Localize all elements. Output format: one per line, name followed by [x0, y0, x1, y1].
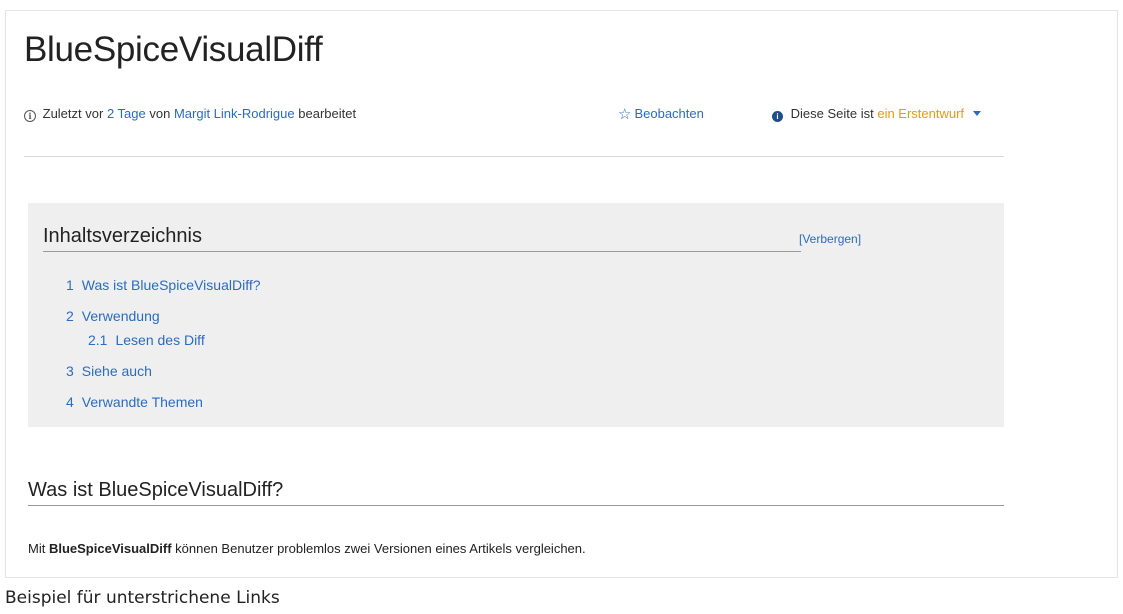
toc-title-underline	[43, 251, 801, 252]
toc-item-2-1[interactable]: 2.1 Lesen des Diff	[88, 332, 205, 348]
section-heading-underline	[28, 505, 1004, 506]
toc-item-label: Lesen des Diff	[115, 332, 205, 348]
page-title: BlueSpiceVisualDiff	[24, 30, 323, 69]
page-meta-bar: i Zuletzt vor 2 Tage von Margit Link-Rod…	[24, 104, 1004, 124]
watch-button[interactable]: ☆ Beobachten	[618, 104, 704, 125]
toc-item-number: 4	[66, 394, 74, 410]
status-icon: i	[772, 111, 783, 122]
info-icon: i	[24, 110, 36, 122]
toc-item-number: 2.1	[88, 332, 108, 348]
paragraph-suffix: können Benutzer problemlos zwei Versione…	[175, 541, 586, 556]
toc-item-1[interactable]: 1 Was ist BlueSpiceVisualDiff?	[66, 277, 261, 293]
toc-item-2[interactable]: 2 Verwendung	[66, 308, 160, 324]
last-edited-info: i Zuletzt vor 2 Tage von Margit Link-Rod…	[24, 104, 356, 124]
star-icon: ☆	[618, 106, 632, 123]
last-edited-time-link[interactable]: 2 Tage	[107, 106, 146, 121]
toc-item-number: 1	[66, 277, 74, 293]
caret-down-icon[interactable]	[972, 111, 981, 116]
paragraph-prefix: Mit	[28, 541, 46, 556]
toc-title: Inhaltsverzeichnis	[43, 225, 202, 247]
table-of-contents: Inhaltsverzeichnis [Verbergen] 1 Was ist …	[28, 203, 1004, 427]
status-value-link[interactable]: ein Erstentwurf	[877, 106, 964, 121]
toc-item-label: Verwandte Themen	[81, 394, 203, 410]
last-edited-suffix: bearbeitet	[298, 106, 357, 121]
toc-item-label: Siehe auch	[81, 363, 152, 379]
header-divider	[24, 156, 1004, 157]
paragraph-bold-term: BlueSpiceVisualDiff	[48, 541, 172, 556]
toc-item-number: 3	[66, 363, 74, 379]
toc-item-number: 2	[66, 308, 74, 324]
image-caption: Beispiel für unterstrichene Links	[5, 588, 280, 608]
watch-label: Beobachten	[634, 106, 704, 121]
last-edited-prefix: Zuletzt vor	[42, 106, 104, 121]
status-prefix: Diese Seite ist	[790, 106, 874, 121]
page-status: i Diese Seite ist ein Erstentwurf	[772, 104, 981, 124]
toc-item-3[interactable]: 3 Siehe auch	[66, 363, 152, 379]
last-edited-by: von	[149, 106, 171, 121]
toc-item-label: Verwendung	[81, 308, 160, 324]
toc-item-label: Was ist BlueSpiceVisualDiff?	[81, 277, 261, 293]
toc-hide-toggle[interactable]: [Verbergen]	[799, 232, 861, 246]
author-link[interactable]: Margit Link-Rodrigue	[174, 106, 295, 121]
toc-item-4[interactable]: 4 Verwandte Themen	[66, 394, 203, 410]
intro-paragraph: Mit BlueSpiceVisualDiff können Benutzer …	[28, 541, 586, 556]
section-heading: Was ist BlueSpiceVisualDiff?	[28, 479, 284, 501]
